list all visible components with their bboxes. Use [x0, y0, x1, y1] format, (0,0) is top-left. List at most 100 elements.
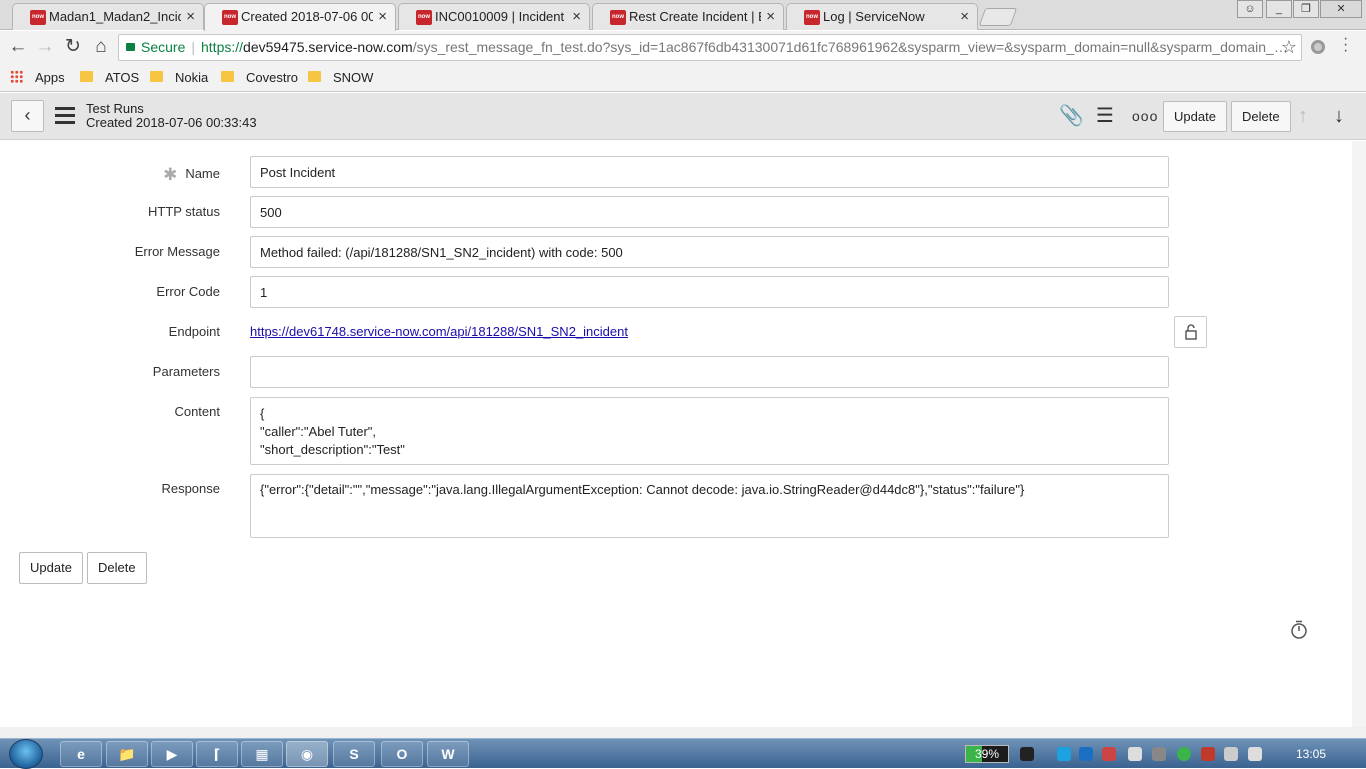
- close-tab-icon[interactable]: ×: [572, 8, 581, 25]
- url-bar[interactable]: Secure | https://dev59475.service-now.com/…: [118, 34, 1302, 61]
- bookmark-folder-atos[interactable]: ATOS: [80, 70, 139, 85]
- folder-icon: [308, 71, 321, 83]
- chrome-icon[interactable]: ◉: [286, 741, 328, 767]
- windows-taskbar: e 📁 ▶ ⌈ ▦ ◉ S O W 39% 13:05: [0, 738, 1366, 769]
- tab-title: INC0010009 | Incident | S: [435, 9, 567, 24]
- bookmark-folder-covestro[interactable]: Covestro: [221, 70, 298, 85]
- response-time-stopwatch-icon[interactable]: [1290, 620, 1308, 639]
- servicenow-favicon-icon: now: [804, 10, 820, 25]
- header-delete-button[interactable]: Delete: [1231, 101, 1291, 132]
- form-update-button[interactable]: Update: [19, 552, 83, 584]
- form-subtitle: Created 2018-07-06 00:33:43: [86, 115, 257, 130]
- action-center-flag-icon[interactable]: [1224, 747, 1238, 761]
- new-tab-button[interactable]: [978, 8, 1018, 26]
- response-textarea[interactable]: {"error":{"detail":"","message":"java.la…: [250, 474, 1169, 538]
- header-update-button[interactable]: Update: [1163, 101, 1227, 132]
- folder-icon: [150, 71, 163, 83]
- close-window-button[interactable]: ✕: [1320, 0, 1362, 18]
- close-tab-icon[interactable]: ×: [766, 8, 775, 25]
- bookmark-folder-nokia[interactable]: Nokia: [150, 70, 208, 85]
- battery-percent: 39%: [975, 747, 1000, 761]
- error-code-label: Error Code: [156, 284, 220, 299]
- app-shortcut-icon[interactable]: ⌈: [196, 741, 238, 767]
- forward-arrow-icon[interactable]: →: [33, 35, 57, 59]
- green-c-tray-icon[interactable]: [1177, 747, 1191, 761]
- error-code-field[interactable]: 1: [250, 276, 1169, 308]
- previous-record-arrow-icon[interactable]: ↑: [1298, 104, 1308, 128]
- endpoint-link[interactable]: https://dev61748.service-now.com/api/181…: [250, 324, 628, 339]
- secure-label: Secure: [141, 39, 186, 55]
- unlock-endpoint-button[interactable]: [1174, 316, 1207, 348]
- outlook-icon[interactable]: O: [381, 741, 423, 767]
- back-arrow-icon[interactable]: ←: [6, 35, 30, 59]
- close-tab-icon[interactable]: ×: [378, 8, 387, 25]
- skype-tray-icon[interactable]: [1057, 747, 1071, 761]
- form-delete-button[interactable]: Delete: [87, 552, 147, 584]
- content-textarea[interactable]: { "caller":"Abel Tuter", "short_descript…: [250, 397, 1169, 465]
- outlook-tray-icon[interactable]: [1079, 747, 1093, 761]
- vertical-scrollbar[interactable]: [1352, 141, 1366, 727]
- word-icon[interactable]: W: [427, 741, 469, 767]
- endpoint-label: Endpoint: [168, 324, 220, 339]
- close-tab-icon[interactable]: ×: [960, 8, 969, 25]
- url-host: dev59475.service-now.com: [243, 39, 413, 55]
- servicenow-favicon-icon: now: [610, 10, 626, 25]
- internet-explorer-icon[interactable]: e: [60, 741, 102, 767]
- name-label: ✱ Name: [163, 165, 220, 184]
- windows-start-button[interactable]: [9, 739, 43, 769]
- browser-tab-active[interactable]: now Created 2018-07-06 00:3 ×: [204, 3, 396, 31]
- form-back-button[interactable]: ‹: [11, 100, 44, 132]
- browser-tab[interactable]: now Madan1_Madan2_Incider ×: [12, 3, 204, 30]
- tab-title: Log | ServiceNow: [823, 9, 925, 24]
- http-status-label: HTTP status: [147, 204, 220, 219]
- servicenow-favicon-icon: now: [222, 10, 238, 25]
- url-path: /sys_rest_message_fn_test.do?sys_id=1ac8…: [412, 39, 1288, 55]
- extension-icon[interactable]: [1311, 40, 1325, 54]
- browser-tab-strip: now Madan1_Madan2_Incider × now Created …: [0, 0, 1366, 31]
- personalize-form-icon[interactable]: ☰: [1096, 104, 1114, 128]
- parameters-field[interactable]: [250, 356, 1169, 388]
- keyboard-tray-icon[interactable]: [1152, 747, 1166, 761]
- mcafee-shield-icon[interactable]: [1201, 747, 1215, 761]
- attachment-paperclip-icon[interactable]: 📎: [1059, 104, 1084, 128]
- folder-icon: [221, 71, 234, 83]
- tray-app-icon[interactable]: [1102, 747, 1116, 761]
- reload-icon[interactable]: ↻: [61, 35, 85, 59]
- next-record-arrow-icon[interactable]: ↓: [1334, 104, 1344, 128]
- error-message-label: Error Message: [134, 244, 220, 259]
- close-tab-icon[interactable]: ×: [186, 8, 195, 25]
- apps-grid-icon: [10, 70, 23, 84]
- network-app-icon[interactable]: ▦: [241, 741, 283, 767]
- more-options-icon[interactable]: ooo: [1132, 104, 1158, 128]
- skype-icon[interactable]: S: [333, 741, 375, 767]
- network-tray-icon[interactable]: [1128, 747, 1142, 761]
- browser-tab[interactable]: now Rest Create Incident | Bus ×: [592, 3, 784, 30]
- restore-window-button[interactable]: ❐: [1293, 0, 1319, 18]
- browser-tab[interactable]: now INC0010009 | Incident | S ×: [398, 3, 590, 30]
- battery-indicator[interactable]: 39%: [965, 745, 1009, 763]
- bookmark-folder-snow[interactable]: SNOW: [308, 70, 373, 85]
- volume-icon[interactable]: [1248, 747, 1262, 761]
- response-label: Response: [161, 481, 220, 496]
- bookmark-apps[interactable]: Apps: [10, 70, 65, 85]
- name-field[interactable]: Post Incident: [250, 156, 1169, 188]
- content-line: "short_description":"Test": [260, 442, 405, 457]
- minimize-window-button[interactable]: _: [1266, 0, 1292, 18]
- servicenow-favicon-icon: now: [30, 10, 46, 25]
- user-profile-icon[interactable]: ☺: [1237, 0, 1263, 18]
- error-message-field[interactable]: Method failed: (/api/181288/SN1_SN2_inci…: [250, 236, 1169, 268]
- chrome-menu-icon[interactable]: · · ·: [1343, 31, 1348, 59]
- file-explorer-icon[interactable]: 📁: [106, 741, 148, 767]
- url-separator: |: [191, 39, 195, 55]
- media-player-icon[interactable]: ▶: [151, 741, 193, 767]
- context-menu-icon[interactable]: [55, 107, 75, 124]
- browser-tab[interactable]: now Log | ServiceNow ×: [786, 3, 978, 30]
- taskbar-clock[interactable]: 13:05: [1296, 747, 1326, 761]
- tab-title: Rest Create Incident | Bus: [629, 9, 761, 24]
- bookmark-star-icon[interactable]: ☆: [1281, 37, 1297, 58]
- required-asterisk-icon: ✱: [163, 165, 178, 184]
- url-scheme: https://: [201, 39, 244, 55]
- home-icon[interactable]: ⌂: [89, 35, 113, 59]
- power-plug-icon[interactable]: [1020, 747, 1034, 761]
- http-status-field[interactable]: 500: [250, 196, 1169, 228]
